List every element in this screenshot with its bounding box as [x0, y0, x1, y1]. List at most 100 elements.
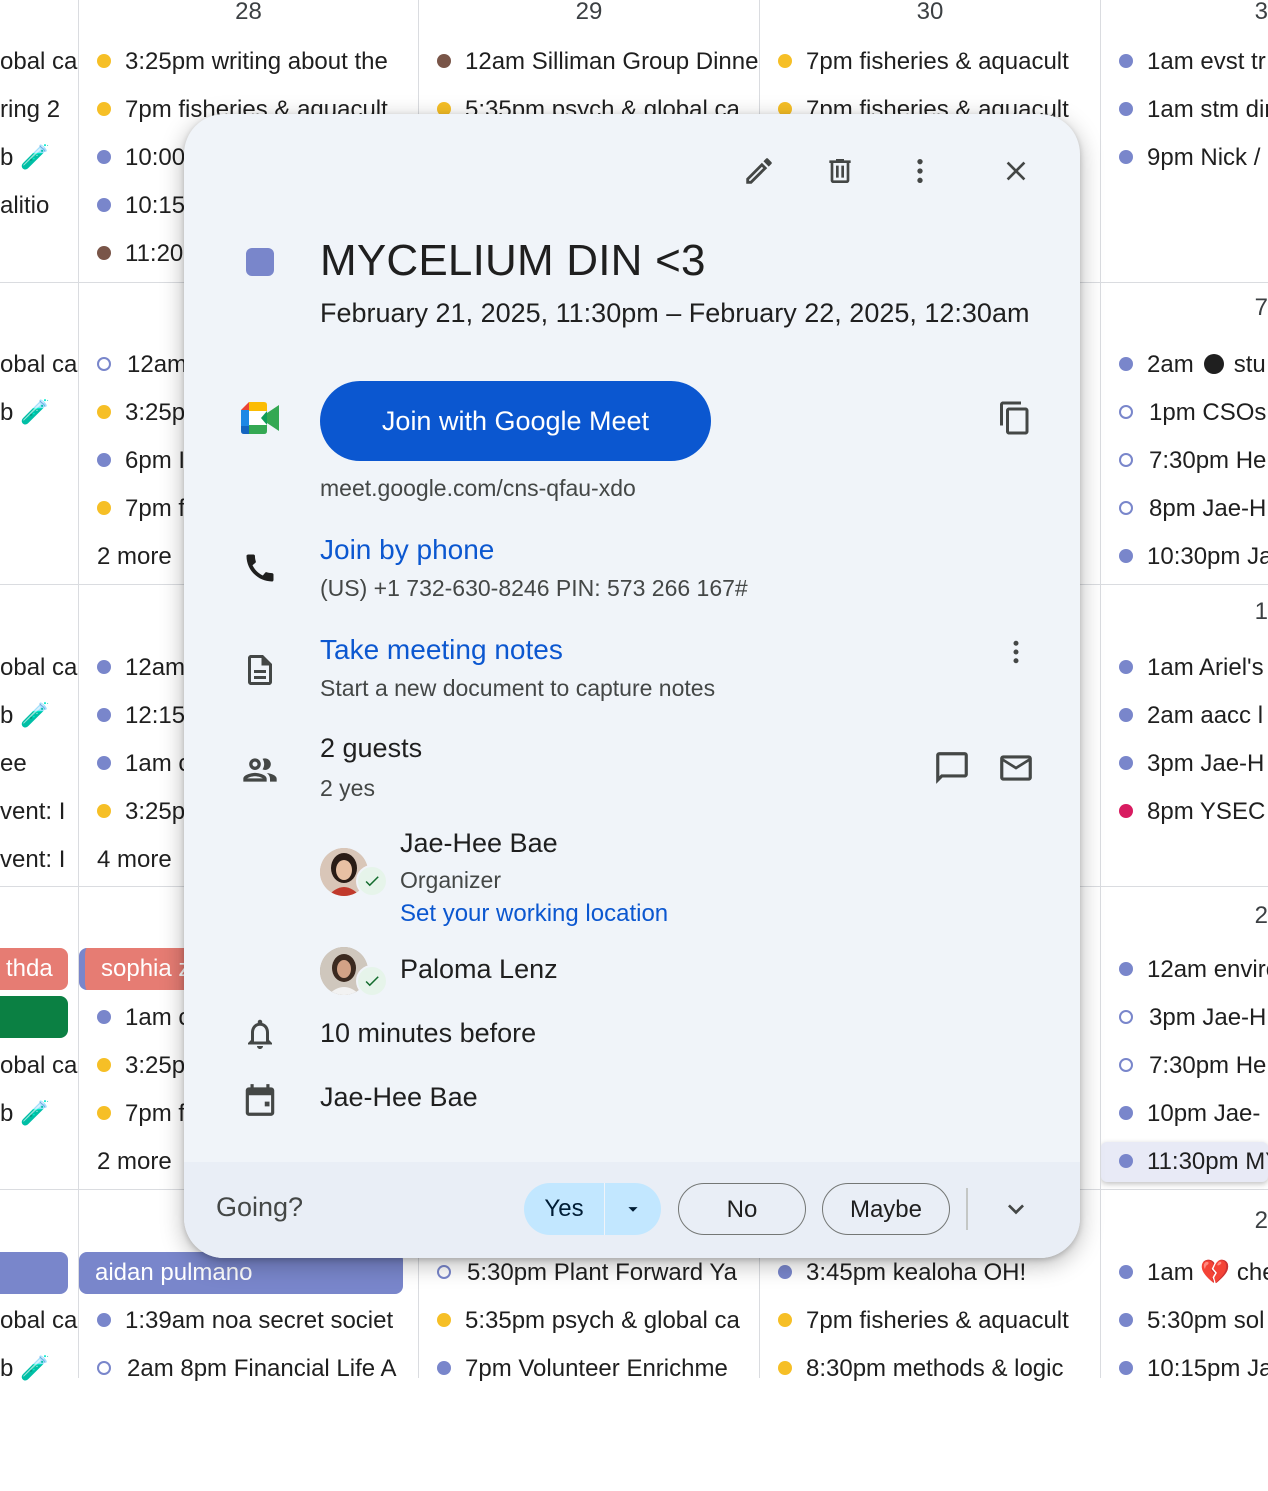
day-cell[interactable]: 2 12am enviro 3pm Jae-H 7:30pm He 10pm J…: [1101, 888, 1268, 1190]
chat-bubble-icon: [936, 752, 968, 784]
day-number[interactable]: 30: [760, 0, 1100, 26]
event-chip[interactable]: 10:30pm Ja: [1119, 537, 1268, 577]
close-icon: [1006, 161, 1026, 181]
phone-icon: [242, 550, 278, 591]
event-chip[interactable]: 2am 8pm Financial Life A: [97, 1349, 418, 1389]
event-chip[interactable]: 1pm CSOs: [1119, 393, 1268, 433]
event-chip[interactable]: vent: I: [0, 840, 78, 880]
day-cell[interactable]: 3 1am evst tr 1am stm din 9pm Nick /: [1101, 0, 1268, 300]
calendar-icon: [241, 1081, 279, 1124]
day-number[interactable]: 28: [79, 0, 418, 26]
day-cell[interactable]: obal ca b 🧪: [0, 1191, 78, 1491]
accepted-check-icon: [356, 865, 388, 897]
people-icon: [240, 750, 280, 795]
set-working-location-link[interactable]: Set your working location: [400, 900, 668, 928]
rsvp-no-button[interactable]: No: [678, 1183, 806, 1235]
event-chip[interactable]: b 🧪: [0, 393, 78, 433]
event-chip[interactable]: 5:35pm psych & global ca: [437, 1301, 759, 1341]
rsvp-options-dropdown[interactable]: [605, 1183, 661, 1235]
close-button[interactable]: [988, 143, 1044, 199]
event-chip[interactable]: 8:30pm methods & logic: [778, 1349, 1100, 1389]
event-chip[interactable]: 3:45pm kealoha OH!: [778, 1253, 1100, 1293]
allday-event-chip[interactable]: [0, 1252, 68, 1294]
event-chip[interactable]: b 🧪: [0, 696, 78, 736]
rsvp-maybe-button[interactable]: Maybe: [822, 1183, 950, 1235]
event-chip[interactable]: 1:39am noa secret societ: [97, 1301, 418, 1341]
delete-event-button[interactable]: [812, 143, 868, 199]
more-vert-icon: [917, 159, 923, 183]
event-chip[interactable]: obal ca: [0, 1046, 78, 1086]
event-chip[interactable]: 12am Silliman Group Dinner: [437, 42, 759, 82]
event-chip[interactable]: 12am enviro: [1119, 950, 1268, 990]
day-number[interactable]: 3: [1255, 0, 1268, 26]
notes-description: Start a new document to capture notes: [320, 675, 716, 701]
event-chip[interactable]: 10pm Jae-: [1119, 1094, 1268, 1134]
clock-icon: [1203, 353, 1224, 374]
event-chip[interactable]: 3pm Jae-H: [1119, 998, 1268, 1038]
rsvp-yes-button[interactable]: Yes: [524, 1183, 604, 1235]
event-chip[interactable]: 5:30pm Plant Forward Ya: [437, 1253, 759, 1293]
expand-footer-button[interactable]: [988, 1181, 1044, 1237]
event-chip[interactable]: 7pm fisheries & aquacult: [778, 42, 1100, 82]
event-chip[interactable]: 1am Ariel's: [1119, 648, 1268, 688]
day-number[interactable]: 29: [419, 0, 759, 26]
allday-event-chip[interactable]: aidan pulmano: [79, 1252, 403, 1294]
event-chip[interactable]: 8pm Jae-H: [1119, 489, 1268, 529]
day-cell[interactable]: 1 1am Ariel's 2am aacc l 3pm Jae-H 8pm Y…: [1101, 586, 1268, 886]
day-cell[interactable]: obal ca ring 2 b 🧪 alitio: [0, 0, 78, 300]
event-chip[interactable]: b 🧪: [0, 1094, 78, 1134]
day-number[interactable]: 2: [1255, 1207, 1268, 1235]
allday-event-chip[interactable]: [0, 996, 68, 1038]
event-chip[interactable]: alitio: [0, 186, 78, 226]
event-chip[interactable]: 7pm Volunteer Enrichme: [437, 1349, 759, 1389]
guests-yes-count: 2 yes: [320, 775, 375, 801]
event-chip[interactable]: 1am evst tr: [1119, 42, 1268, 82]
more-options-button[interactable]: [892, 143, 948, 199]
email-guests-button[interactable]: [988, 740, 1044, 796]
message-guests-button[interactable]: [924, 740, 980, 796]
selected-event-chip[interactable]: 11:30pm MY: [1101, 1142, 1268, 1182]
guests-count: 2 guests: [320, 733, 423, 763]
document-icon: [242, 652, 278, 693]
event-chip[interactable]: 2am aacc l: [1119, 696, 1268, 736]
rsvp-yes-group: Yes: [524, 1183, 661, 1235]
event-chip[interactable]: 7pm fisheries & aquacult: [778, 1301, 1100, 1341]
day-number[interactable]: 7: [1255, 294, 1268, 322]
event-chip[interactable]: 8pm YSEC: [1119, 792, 1268, 832]
event-chip[interactable]: b 🧪: [0, 138, 78, 178]
event-chip[interactable]: 2am stu: [1119, 345, 1268, 385]
day-cell[interactable]: obal ca b 🧪: [0, 284, 78, 584]
day-number[interactable]: 1: [1255, 598, 1268, 626]
event-chip[interactable]: obal ca: [0, 1301, 78, 1341]
day-cell[interactable]: 2 1am 💔 che 5:30pm sol 10:15pm Ja: [1101, 1191, 1268, 1491]
copy-link-button[interactable]: [987, 390, 1043, 446]
take-meeting-notes-link[interactable]: Take meeting notes: [320, 634, 563, 666]
event-chip[interactable]: 3pm Jae-H: [1119, 744, 1268, 784]
day-number[interactable]: 2: [1255, 902, 1268, 930]
event-chip[interactable]: 7:30pm He: [1119, 1046, 1268, 1086]
allday-event-chip[interactable]: thda: [0, 948, 68, 990]
event-chip[interactable]: 3:25pm writing about the: [97, 42, 418, 82]
join-google-meet-button[interactable]: Join with Google Meet: [320, 381, 711, 461]
event-chip[interactable]: obal ca: [0, 345, 78, 385]
meet-link[interactable]: meet.google.com/cns-qfau-xdo: [320, 475, 636, 502]
event-chip[interactable]: obal ca: [0, 648, 78, 688]
day-cell[interactable]: 7 2am stu 1pm CSOs 7:30pm He 8pm Jae-H 10…: [1101, 284, 1268, 584]
event-chip[interactable]: ee: [0, 744, 78, 784]
event-chip[interactable]: 1am 💔 che: [1119, 1253, 1268, 1293]
event-chip[interactable]: ring 2: [0, 90, 78, 130]
event-chip[interactable]: 9pm Nick /: [1119, 138, 1268, 178]
day-cell[interactable]: thda obal ca b 🧪: [0, 888, 78, 1188]
event-chip[interactable]: vent: I: [0, 792, 78, 832]
event-chip[interactable]: b 🧪: [0, 1349, 78, 1389]
join-by-phone-link[interactable]: Join by phone: [320, 534, 494, 566]
event-chip[interactable]: 5:30pm sol: [1119, 1301, 1268, 1341]
event-chip[interactable]: obal ca: [0, 42, 78, 82]
guest-name: Paloma Lenz: [400, 954, 558, 984]
event-chip[interactable]: 10:15pm Ja: [1119, 1349, 1268, 1389]
edit-event-button[interactable]: [731, 143, 787, 199]
event-chip[interactable]: 7:30pm He: [1119, 441, 1268, 481]
event-chip[interactable]: 1am stm din: [1119, 90, 1268, 130]
day-cell[interactable]: obal ca b 🧪 ee vent: I vent: I: [0, 586, 78, 886]
notes-more-button[interactable]: [988, 624, 1044, 680]
